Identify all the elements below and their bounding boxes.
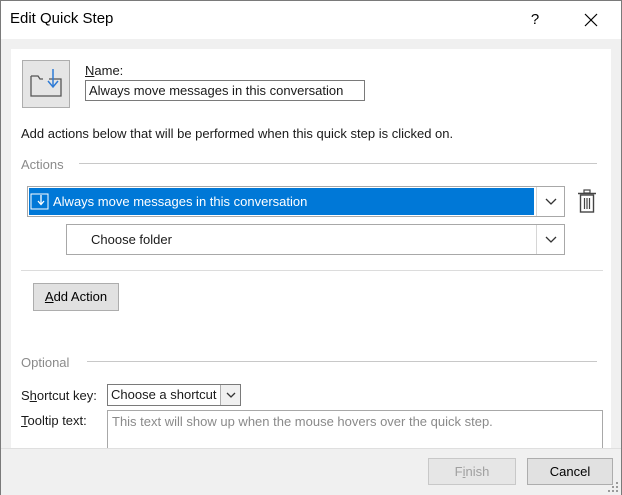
settings-panel: Name: Always move messages in this conve… bbox=[11, 49, 611, 450]
optional-group-line bbox=[87, 361, 597, 362]
close-button[interactable] bbox=[576, 5, 606, 35]
folder-select-text: Choose folder bbox=[91, 232, 172, 247]
title-bar: Edit Quick Step ? bbox=[1, 1, 621, 39]
shortcut-select-text: Choose a shortcut bbox=[111, 387, 217, 402]
chevron-down-icon bbox=[226, 392, 235, 398]
close-icon bbox=[584, 13, 598, 27]
delete-action-button[interactable] bbox=[576, 188, 598, 214]
actions-group-label: Actions bbox=[21, 157, 64, 172]
folder-dropdown-button[interactable] bbox=[536, 225, 564, 254]
move-to-folder-icon bbox=[30, 69, 62, 97]
shortcut-select[interactable]: Choose a shortcut bbox=[107, 384, 241, 406]
name-label: Name: bbox=[85, 63, 124, 78]
action-select[interactable]: Always move messages in this conversatio… bbox=[27, 186, 565, 217]
optional-group-label: Optional bbox=[21, 355, 70, 370]
chevron-down-icon bbox=[545, 198, 556, 205]
shortcut-key-label: Shortcut key: bbox=[21, 388, 97, 403]
action-select-text: Always move messages in this conversatio… bbox=[53, 194, 308, 209]
tooltip-text-label: Tooltip text: bbox=[21, 413, 87, 428]
chevron-down-icon bbox=[545, 236, 556, 243]
dialog-title: Edit Quick Step bbox=[10, 10, 114, 27]
resize-grip-icon[interactable] bbox=[607, 481, 619, 493]
actions-divider bbox=[21, 270, 603, 271]
dialog-body: Name: Always move messages in this conve… bbox=[1, 39, 621, 456]
action-dropdown-button[interactable] bbox=[536, 187, 564, 216]
add-action-button[interactable]: Add Action bbox=[33, 283, 119, 311]
name-input[interactable]: Always move messages in this conversatio… bbox=[85, 80, 365, 101]
edit-quick-step-dialog: Edit Quick Step ? Name: Always move mess… bbox=[0, 0, 622, 495]
help-button[interactable]: ? bbox=[523, 8, 547, 32]
quick-step-icon-button[interactable] bbox=[22, 60, 70, 108]
finish-button[interactable]: Finish bbox=[428, 458, 516, 485]
cancel-button[interactable]: Cancel bbox=[527, 458, 613, 485]
action-selected-item: Always move messages in this conversatio… bbox=[29, 188, 534, 215]
move-to-folder-icon bbox=[30, 193, 49, 210]
shortcut-dropdown-button[interactable] bbox=[220, 385, 240, 405]
trash-icon bbox=[578, 189, 596, 213]
folder-select[interactable]: Choose folder bbox=[66, 224, 565, 255]
actions-group-line bbox=[79, 163, 597, 164]
actions-description: Add actions below that will be performed… bbox=[21, 126, 454, 141]
tooltip-text-input[interactable]: This text will show up when the mouse ho… bbox=[107, 410, 603, 450]
